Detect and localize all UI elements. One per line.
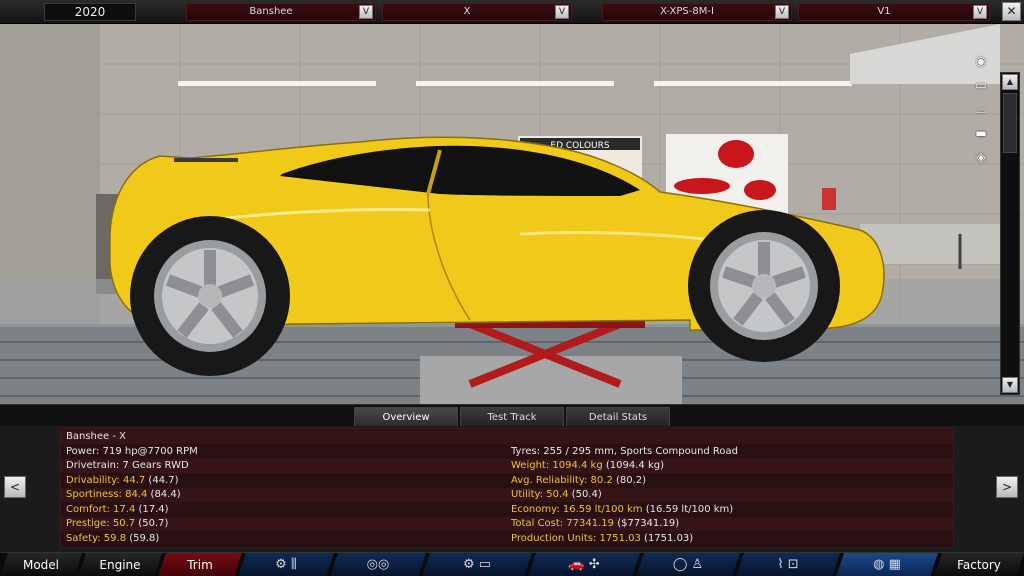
engine-placement-icon[interactable]: ⚙ ▭ xyxy=(422,553,532,576)
stat-base-value: (84.4) xyxy=(147,489,181,500)
stat-row: Safety: 59.8 (59.8) Production Units: 175… xyxy=(61,532,953,546)
stat-value: Drivability: 44.7 xyxy=(66,474,146,486)
body-style-icon[interactable]: 🚗 ✣ xyxy=(528,553,640,576)
info-tabs: Overview Test Track Detail Stats xyxy=(0,404,1024,427)
car-top-icon[interactable]: ◈ xyxy=(968,150,994,164)
stat-cell: Drivability: 44.7 (44.7) xyxy=(66,474,179,488)
variant-select[interactable]: V1 V xyxy=(798,3,990,21)
tab-test-track[interactable]: Test Track xyxy=(460,407,564,427)
stat-value: Economy: 16.59 lt/100 km xyxy=(511,503,643,515)
stat-cell: Comfort: 17.4 (17.4) xyxy=(66,503,169,517)
stat-value: Weight: 1094.4 kg xyxy=(511,460,603,471)
stat-row: Drivetrain: 7 Gears RWD Weight: 1094.4 kg… xyxy=(61,459,953,473)
stat-base-value: (59.8) xyxy=(126,532,160,544)
stat-base-value: (80.2) xyxy=(612,474,647,486)
stat-cell: Utility: 50.4 (50.4) xyxy=(511,488,602,502)
car-front-icon[interactable]: ▭ xyxy=(968,78,994,92)
stat-value: Comfort: 17.4 xyxy=(66,503,136,515)
scroll-thumb[interactable] xyxy=(1003,93,1017,153)
trim-select-value: X xyxy=(463,6,471,17)
scroll-down-arrow-icon[interactable]: ▼ xyxy=(1002,377,1018,393)
engine-select[interactable]: X-XPS-8M-I V xyxy=(602,3,792,21)
stat-value: Utility: 50.4 xyxy=(511,489,569,500)
interior-icon[interactable]: ◯ ♙ xyxy=(636,553,740,576)
next-variant-button[interactable]: > xyxy=(996,476,1018,498)
stat-cell: Avg. Reliability: 80.2 (80.2) xyxy=(511,474,646,488)
camera-toolbar: ◉ ▭ ⌓ ▬ ◈ xyxy=(962,54,1000,174)
stat-value: Production Units: 1751.03 xyxy=(511,532,641,544)
stat-cell: Tyres: 255 / 295 mm, Sports Compound Roa… xyxy=(511,445,738,459)
stat-base-value: (44.7) xyxy=(145,474,179,486)
car-side-icon[interactable]: ⌓ xyxy=(968,102,994,116)
chevron-down-icon[interactable]: V xyxy=(359,5,373,19)
stat-cell: Safety: 59.8 (59.8) xyxy=(66,532,159,546)
stat-value: Safety: 59.8 xyxy=(66,532,127,544)
stat-row: Sportiness: 84.4 (84.4) Utility: 50.4 (50… xyxy=(61,488,953,502)
stat-cell: Production Units: 1751.03 (1751.03) xyxy=(511,532,693,546)
prev-variant-button[interactable]: < xyxy=(4,476,26,498)
camera-icon[interactable]: ◉ xyxy=(968,54,994,68)
stat-row: Prestige: 50.7 (50.7) Total Cost: 77341.1… xyxy=(61,517,953,531)
stat-value: Avg. Reliability: 80.2 xyxy=(511,474,613,486)
stat-base-value: (1751.03) xyxy=(640,532,694,544)
stat-cell: Drivetrain: 7 Gears RWD xyxy=(66,459,189,473)
nav-engine[interactable]: Engine xyxy=(78,553,162,576)
year-display: 2020 xyxy=(44,3,136,21)
stat-value: Sportiness: 84.4 xyxy=(66,489,148,500)
stat-cell: Total Cost: 77341.19 ($77341.19) xyxy=(511,517,679,531)
tab-overview[interactable]: Overview xyxy=(354,407,458,427)
chassis-icon[interactable]: ⚙ ⫼ xyxy=(238,553,334,576)
stat-base-value: (50.4) xyxy=(568,489,602,500)
variant-select-value: V1 xyxy=(877,6,891,17)
stat-base-value: (50.7) xyxy=(135,518,169,529)
car-designer-screen: 2020 Banshee V X V X-XPS-8M-I V V1 V ✕ E… xyxy=(0,0,1024,576)
testing-icon[interactable]: ◍ ▦ xyxy=(836,553,938,576)
model-select[interactable]: Banshee V xyxy=(186,3,376,21)
car-viewport[interactable]: ED COLOURS ◉ ▭ ⌓ ▬ ◈ ▲ ▼ xyxy=(0,24,1024,404)
top-bar: 2020 Banshee V X V X-XPS-8M-I V V1 V ✕ xyxy=(0,0,1024,24)
stat-row: Comfort: 17.4 (17.4) Economy: 16.59 lt/10… xyxy=(61,503,953,517)
suspension-icon[interactable]: ⌇ ⊡ xyxy=(736,553,840,576)
stat-value: Total Cost: 77341.19 xyxy=(511,518,615,529)
stat-base-value: (17.4) xyxy=(135,503,169,515)
zoom-scrollbar[interactable]: ▲ ▼ xyxy=(1000,72,1020,395)
nav-trim[interactable]: Trim xyxy=(158,553,242,576)
wheels-icon[interactable]: ◎◎ xyxy=(330,553,426,576)
stat-base-value: (16.59 lt/100 km) xyxy=(642,503,734,515)
stat-cell: Weight: 1094.4 kg (1094.4 kg) xyxy=(511,459,664,473)
tab-detail-stats[interactable]: Detail Stats xyxy=(566,407,670,427)
chevron-down-icon[interactable]: V xyxy=(973,5,987,19)
nav-model[interactable]: Model xyxy=(0,553,82,576)
stat-value: Tyres: 255 / 295 mm, Sports Compound Roa… xyxy=(511,445,739,457)
model-select-value: Banshee xyxy=(249,6,293,17)
overview-stats: Banshee - X Power: 719 hp@7700 RPM Tyres: … xyxy=(60,428,954,548)
bottom-navigation: Model Engine Trim ⚙ ⫼ ◎◎ ⚙ ▭ 🚗 ✣ ◯ ♙ ⌇ ⊡… xyxy=(0,552,1024,576)
engine-select-value: X-XPS-8M-I xyxy=(660,6,714,17)
stat-row: Power: 719 hp@7700 RPM Tyres: 255 / 295 m… xyxy=(61,445,953,459)
stat-base-value: ($77341.19) xyxy=(614,518,680,529)
car-rear-icon[interactable]: ▬ xyxy=(968,126,994,140)
stat-base-value: (1094.4 kg) xyxy=(602,460,664,471)
close-button[interactable]: ✕ xyxy=(1002,2,1021,21)
stat-value: Drivetrain: 7 Gears RWD xyxy=(66,460,189,471)
scroll-up-arrow-icon[interactable]: ▲ xyxy=(1002,74,1018,90)
trim-select[interactable]: X V xyxy=(382,3,572,21)
garage-render: ED COLOURS xyxy=(0,24,1024,404)
stat-cell: Power: 719 hp@7700 RPM xyxy=(66,445,198,459)
stat-cell: Economy: 16.59 lt/100 km (16.59 lt/100 k… xyxy=(511,503,733,517)
stat-row: Banshee - X xyxy=(61,430,953,444)
stat-row: Drivability: 44.7 (44.7) Avg. Reliability… xyxy=(61,474,953,488)
chevron-down-icon[interactable]: V xyxy=(775,5,789,19)
stat-cell: Banshee - X xyxy=(66,430,126,444)
stat-value: Banshee - X xyxy=(66,431,126,442)
overview-panel: < Banshee - X Power: 719 hp@7700 RPM Tyres… xyxy=(0,426,1024,552)
stat-value: Prestige: 50.7 xyxy=(66,518,136,529)
stat-cell: Sportiness: 84.4 (84.4) xyxy=(66,488,181,502)
stat-value: Power: 719 hp@7700 RPM xyxy=(66,445,198,457)
stat-cell: Prestige: 50.7 (50.7) xyxy=(66,517,168,531)
chevron-down-icon[interactable]: V xyxy=(555,5,569,19)
nav-factory[interactable]: Factory xyxy=(934,553,1024,576)
